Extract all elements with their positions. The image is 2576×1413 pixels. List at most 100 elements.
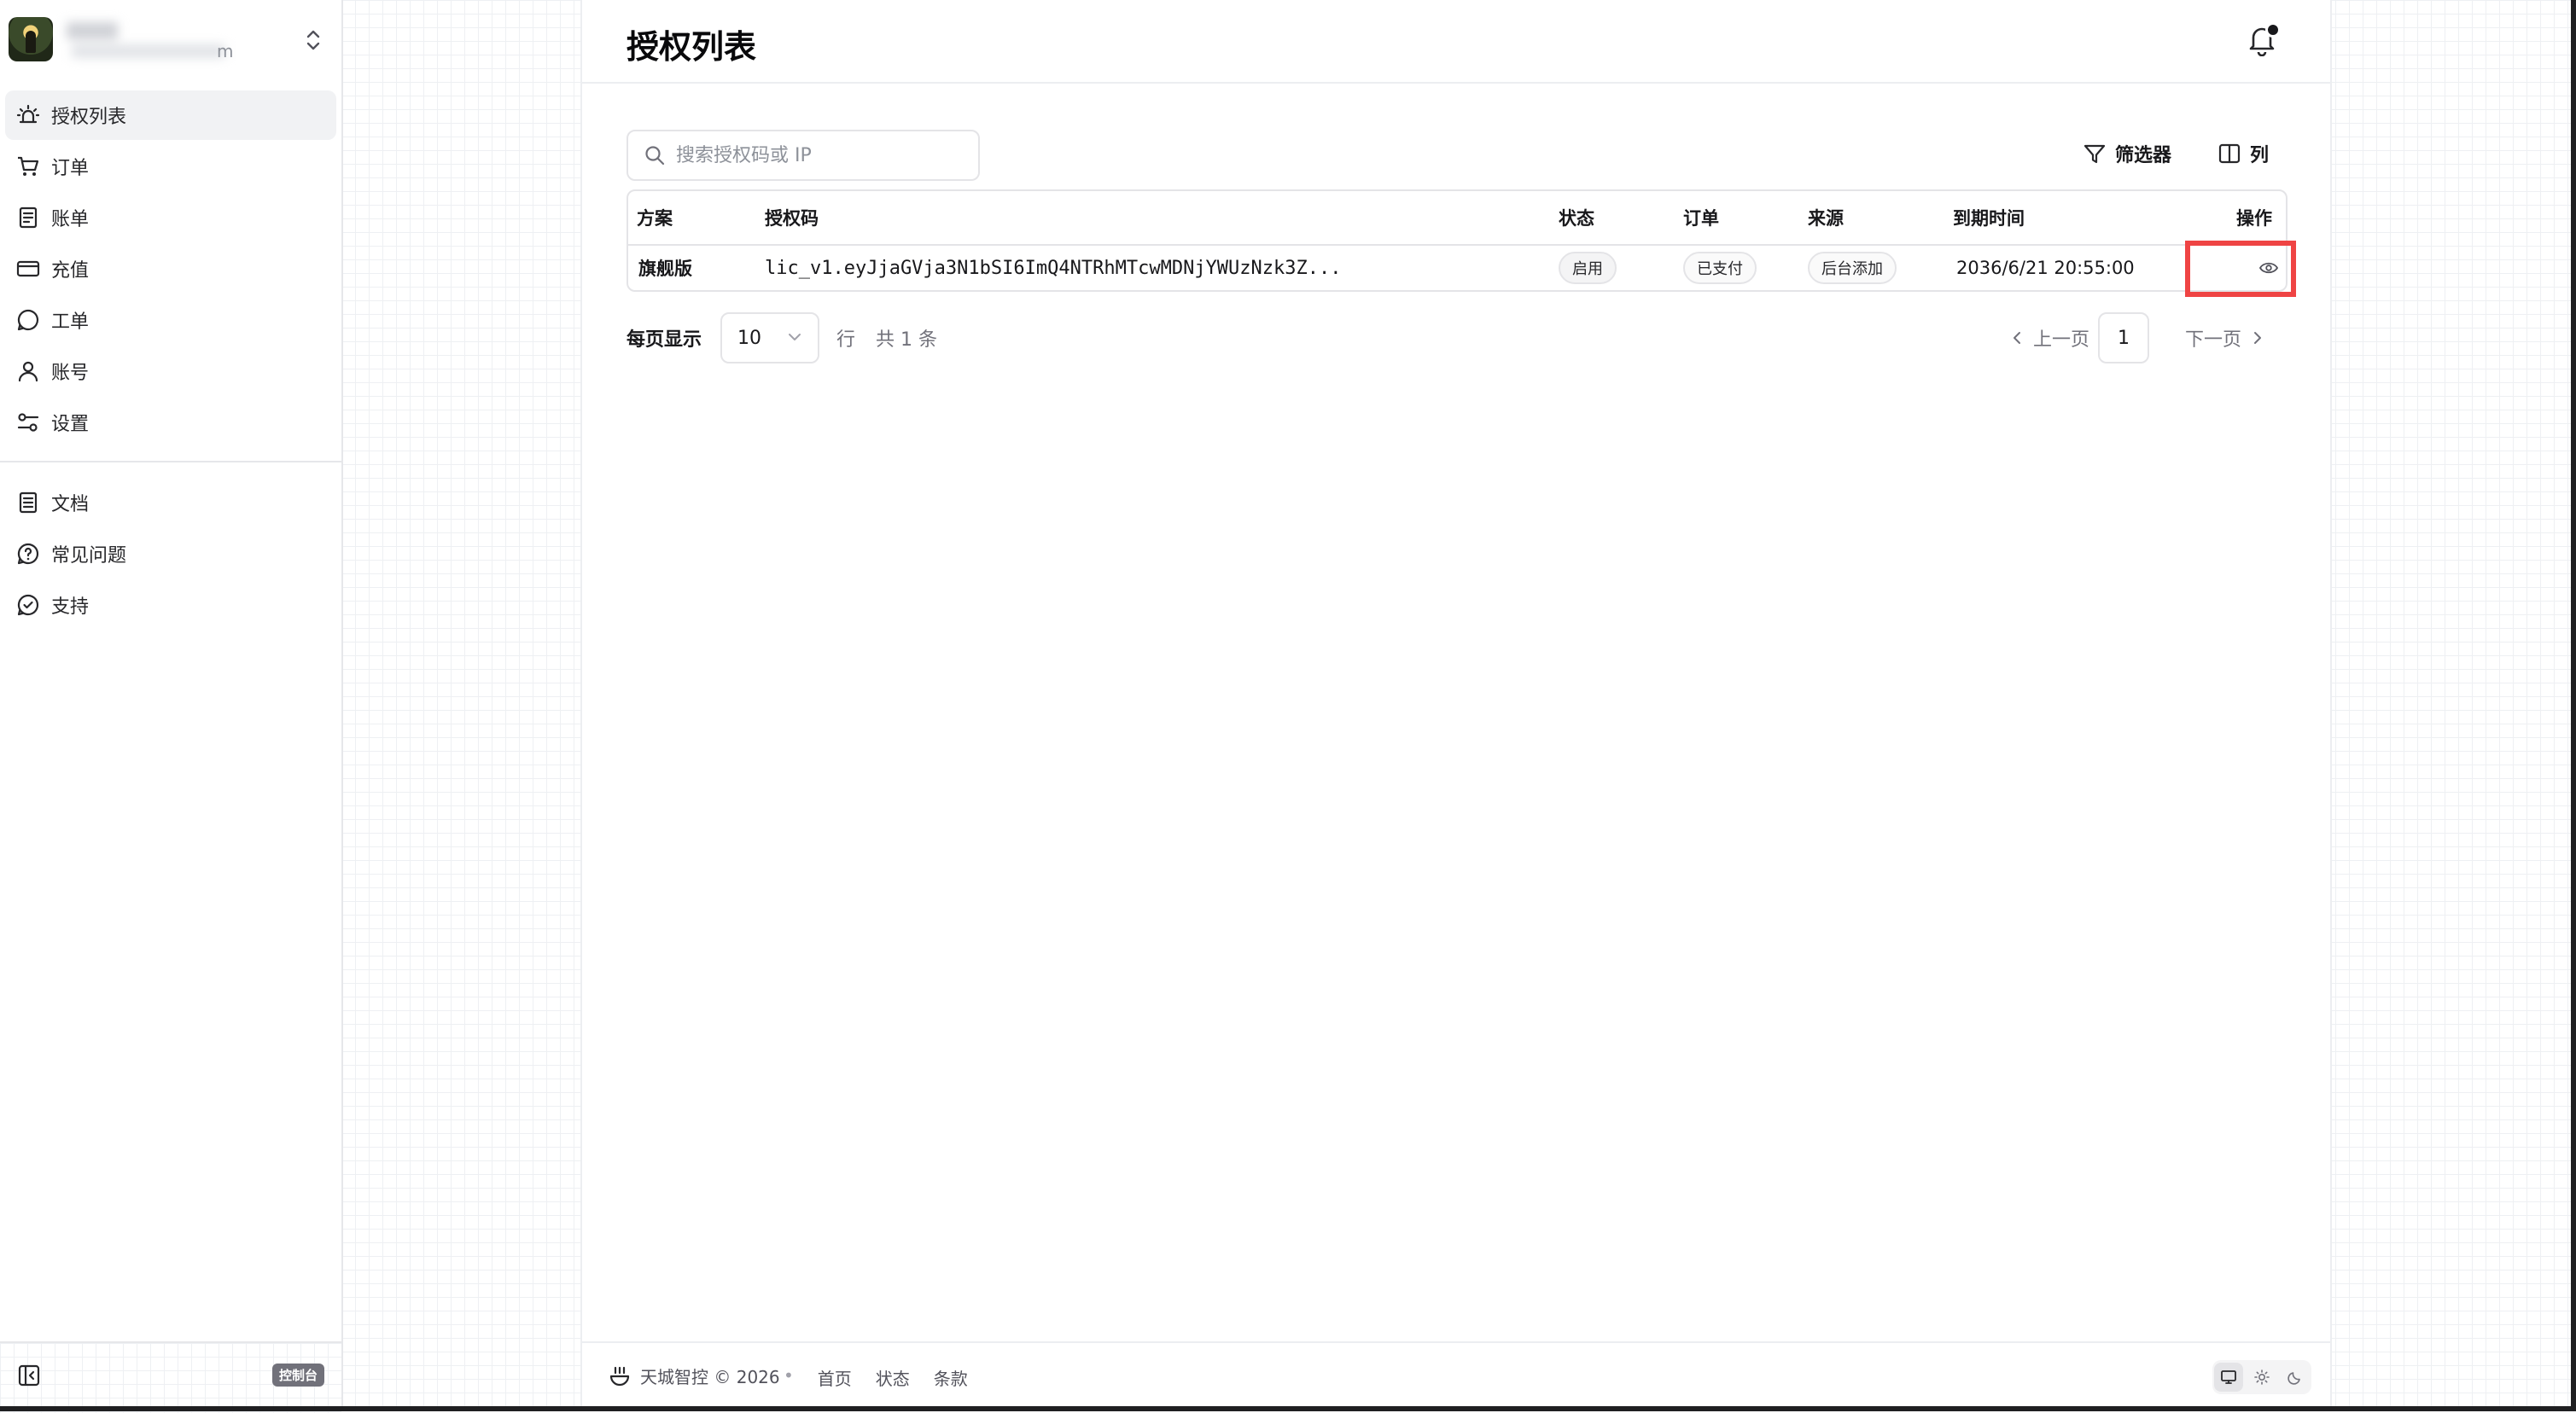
- page-number-button[interactable]: 1: [2098, 312, 2149, 363]
- footer-links: • 首页 状态 条款: [784, 1365, 968, 1390]
- cell-license-code: lic_v1.eyJjaGVja3N1bSI6ImQ4NTRhMTcwMDNjY…: [765, 257, 1342, 279]
- sidebar-footer: 控制台: [0, 1341, 341, 1413]
- account-switcher[interactable]: m: [0, 0, 341, 82]
- header-divider: [582, 82, 2330, 84]
- sidebar-item-licenses[interactable]: 授权列表: [5, 90, 336, 140]
- filter-icon: [2084, 144, 2106, 164]
- page-title: 授权列表: [627, 28, 757, 66]
- chat-bubble-icon: [15, 307, 41, 333]
- rows-unit: 行: [836, 329, 856, 351]
- column-header-license[interactable]: 授权码: [765, 191, 819, 244]
- notification-dot: [2265, 22, 2281, 38]
- cell-order: 已支付: [1683, 246, 1757, 290]
- prev-page-label: 上一页: [2032, 329, 2089, 351]
- check-circle-icon: [15, 592, 41, 618]
- sidebar-item-docs[interactable]: 文档: [5, 478, 336, 527]
- credit-card-icon: [15, 256, 41, 282]
- sidebar-item-label: 授权列表: [51, 107, 127, 128]
- chevron-down-icon: [789, 334, 801, 340]
- sidebar-item-label: 设置: [51, 414, 90, 435]
- notifications-button[interactable]: [2247, 22, 2281, 58]
- sidebar-item-tickets[interactable]: 工单: [5, 295, 336, 345]
- theme-dark-button[interactable]: [2281, 1363, 2310, 1392]
- columns-label: 列: [2250, 145, 2270, 166]
- footer-copyright: 天城智控 © 2026: [640, 1367, 780, 1387]
- sidebar-item-label: 常见问题: [51, 545, 127, 567]
- column-header-expires[interactable]: 到期时间: [1953, 191, 2025, 244]
- cell-plan: 旗舰版: [638, 259, 692, 279]
- window-edge-right: [2571, 0, 2576, 1411]
- avatar: [9, 17, 53, 61]
- cell-source: 后台添加: [1808, 246, 1897, 290]
- cart-icon: [15, 154, 41, 179]
- account-email-suffix: m: [217, 41, 234, 61]
- sidebar-item-recharge[interactable]: 充值: [5, 244, 336, 294]
- footer-link-home[interactable]: 首页: [818, 1365, 852, 1390]
- window-edge-bottom: [0, 1406, 2576, 1411]
- monitor-icon: [2221, 1370, 2237, 1384]
- pagination: 每页显示 10 行 共 1 条 上一页 1 下一页: [627, 312, 2284, 363]
- sidebar-item-label: 账单: [51, 209, 90, 230]
- column-header-actions: 操作: [2236, 208, 2272, 229]
- moon-icon: [2288, 1372, 2300, 1385]
- chevron-right-icon: [2254, 332, 2261, 344]
- search-input[interactable]: [674, 143, 968, 167]
- columns-button[interactable]: 列: [2218, 133, 2269, 174]
- sidebar-item-label: 文档: [51, 494, 90, 515]
- sidebar-collapse-icon[interactable]: [17, 1364, 41, 1387]
- filter-button[interactable]: 筛选器: [2083, 133, 2171, 174]
- status-badge: 启用: [1559, 252, 1617, 284]
- sidebar-item-label: 充值: [51, 260, 90, 282]
- columns-icon: [2218, 143, 2241, 164]
- order-badge: 已支付: [1683, 252, 1757, 284]
- licenses-table: 方案 授权码 状态 订单 来源 到期时间 操作 旗舰版 lic_v1.eyJja…: [627, 189, 2288, 292]
- footer-link-status[interactable]: 状态: [876, 1365, 910, 1390]
- sidebar-item-bills[interactable]: 账单: [5, 193, 336, 242]
- sidebar-item-account[interactable]: 账号: [5, 346, 336, 396]
- sidebar-divider: [0, 461, 341, 462]
- page-footer: 天城智控 © 2026 • 首页 状态 条款: [582, 1341, 2330, 1413]
- sidebar-item-label: 支持: [51, 596, 90, 618]
- prev-page-button[interactable]: 上一页: [2009, 324, 2089, 352]
- sidebar-item-label: 订单: [51, 158, 90, 179]
- highlight-box: [2185, 241, 2296, 297]
- bowl-icon: [609, 1366, 630, 1386]
- next-page-button[interactable]: 下一页: [2185, 324, 2265, 352]
- theme-system-button[interactable]: [2214, 1363, 2244, 1392]
- theme-light-button[interactable]: [2247, 1363, 2276, 1392]
- sidebar: m 授权列表 订单 账单 充值 工单 账号 设置 文档 常见问题 支持 控制台: [0, 0, 343, 1413]
- table-header: 方案 授权码 状态 订单 来源 到期时间 操作: [628, 191, 2286, 246]
- sidebar-item-label: 账号: [51, 363, 90, 384]
- column-header-status[interactable]: 状态: [1559, 191, 1594, 244]
- sidebar-item-orders[interactable]: 订单: [5, 142, 336, 191]
- main-content: 授权列表 筛选器 列 方案 授权码 状态 订单 来: [580, 0, 2332, 1411]
- rows-per-page-value: 10: [737, 327, 761, 349]
- sidebar-nav: 授权列表 订单 账单 充值 工单 账号 设置 文档 常见问题 支持: [0, 90, 341, 631]
- column-header-source[interactable]: 来源: [1808, 191, 1844, 244]
- sidebar-item-support[interactable]: 支持: [5, 580, 336, 630]
- sidebar-item-faq[interactable]: 常见问题: [5, 529, 336, 579]
- account-name-blurred: [60, 15, 230, 67]
- sidebar-item-settings[interactable]: 设置: [5, 398, 336, 447]
- footer-separator-dot: •: [784, 1365, 794, 1386]
- chevron-left-icon: [2013, 332, 2020, 344]
- column-header-plan[interactable]: 方案: [637, 191, 673, 244]
- cell-status: 启用: [1559, 246, 1617, 290]
- footer-brand: 天城智控 © 2026: [608, 1364, 780, 1388]
- total-count: 共 1 条: [876, 329, 937, 351]
- search-box[interactable]: [627, 130, 980, 181]
- filter-label: 筛选器: [2115, 145, 2172, 166]
- receipt-icon: [15, 205, 41, 230]
- document-icon: [15, 490, 41, 515]
- chevron-up-down-icon[interactable]: [304, 27, 323, 53]
- footer-link-terms[interactable]: 条款: [934, 1365, 968, 1390]
- settings-sliders-icon: [15, 410, 41, 435]
- sidebar-item-label: 工单: [51, 311, 90, 333]
- source-badge: 后台添加: [1808, 252, 1897, 284]
- table-row[interactable]: 旗舰版 lic_v1.eyJjaGVja3N1bSI6ImQ4NTRhMTcwM…: [628, 246, 2286, 290]
- console-badge[interactable]: 控制台: [271, 1364, 324, 1387]
- column-header-order[interactable]: 订单: [1683, 191, 1719, 244]
- sun-icon: [2254, 1369, 2270, 1385]
- theme-switcher: [2212, 1360, 2311, 1394]
- rows-per-page-select[interactable]: 10: [720, 312, 819, 363]
